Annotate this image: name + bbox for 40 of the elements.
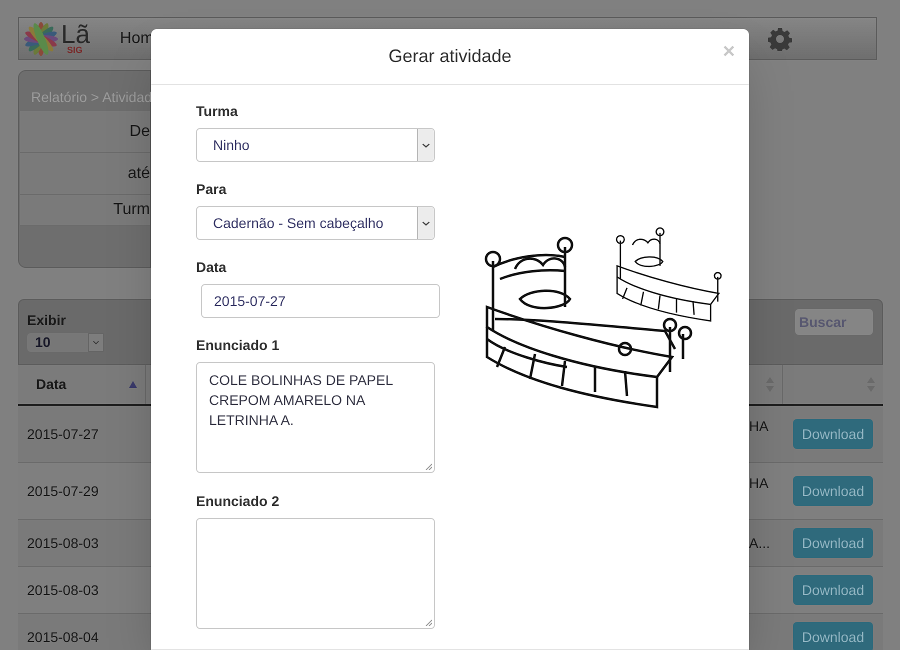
table-cell-text: HA bbox=[749, 474, 768, 493]
download-button[interactable]: Download bbox=[793, 419, 873, 449]
table-cell-text: 2015-08-03 bbox=[26, 580, 100, 600]
table-cell-text: A... bbox=[749, 534, 770, 552]
resize-handle-icon[interactable] bbox=[425, 619, 432, 626]
caret-icon bbox=[417, 207, 434, 239]
field-label: Data bbox=[196, 258, 228, 277]
resize-handle-icon[interactable] bbox=[425, 463, 432, 470]
flower-logo-icon bbox=[23, 20, 59, 58]
text-area-field[interactable] bbox=[196, 518, 435, 629]
select-field[interactable]: Ninho bbox=[196, 128, 435, 162]
table-cell-text: HA bbox=[749, 417, 768, 436]
filter-label: Turm bbox=[113, 200, 150, 220]
download-button[interactable]: Download bbox=[793, 575, 873, 605]
table-cell-text: 2015-08-03 bbox=[26, 534, 100, 552]
logo-text: Lã bbox=[61, 22, 90, 46]
download-button[interactable]: Download bbox=[793, 622, 873, 650]
caret-icon bbox=[88, 333, 104, 352]
date-field[interactable]: 2015-07-27 bbox=[201, 284, 440, 318]
field-label: Turma bbox=[196, 102, 239, 121]
filter-label: De bbox=[130, 122, 150, 142]
column-header[interactable]: Data bbox=[18, 365, 146, 404]
field-label: Para bbox=[196, 180, 228, 199]
table-cell-text: 2015-07-29 bbox=[26, 482, 100, 500]
page-length-select[interactable]: 10 bbox=[27, 333, 104, 352]
sort-ascending-icon[interactable] bbox=[128, 381, 137, 388]
filter-label: até bbox=[128, 164, 150, 184]
download-button[interactable]: Download bbox=[793, 476, 873, 506]
caret-icon bbox=[417, 129, 434, 161]
download-button[interactable]: Download bbox=[793, 528, 873, 558]
table-cell-text: 2015-07-27 bbox=[26, 424, 100, 444]
text-area-field[interactable]: COLE BOLINHAS DE PAPEL CREPOM AMARELO NA LETRINHA A. bbox=[196, 362, 435, 473]
settings-icon[interactable] bbox=[768, 26, 792, 50]
table-cell-text: 2015-08-04 bbox=[26, 628, 100, 646]
length-label: Exibir bbox=[27, 311, 67, 330]
select-field[interactable]: Cadernão - Sem cabeçalho bbox=[196, 206, 435, 240]
logo-subtext: SIG bbox=[67, 46, 84, 55]
field-label: Enunciado 1 bbox=[196, 336, 280, 355]
field-label: Enunciado 2 bbox=[196, 492, 280, 511]
modal-title: Gerar atividade bbox=[388, 45, 512, 68]
